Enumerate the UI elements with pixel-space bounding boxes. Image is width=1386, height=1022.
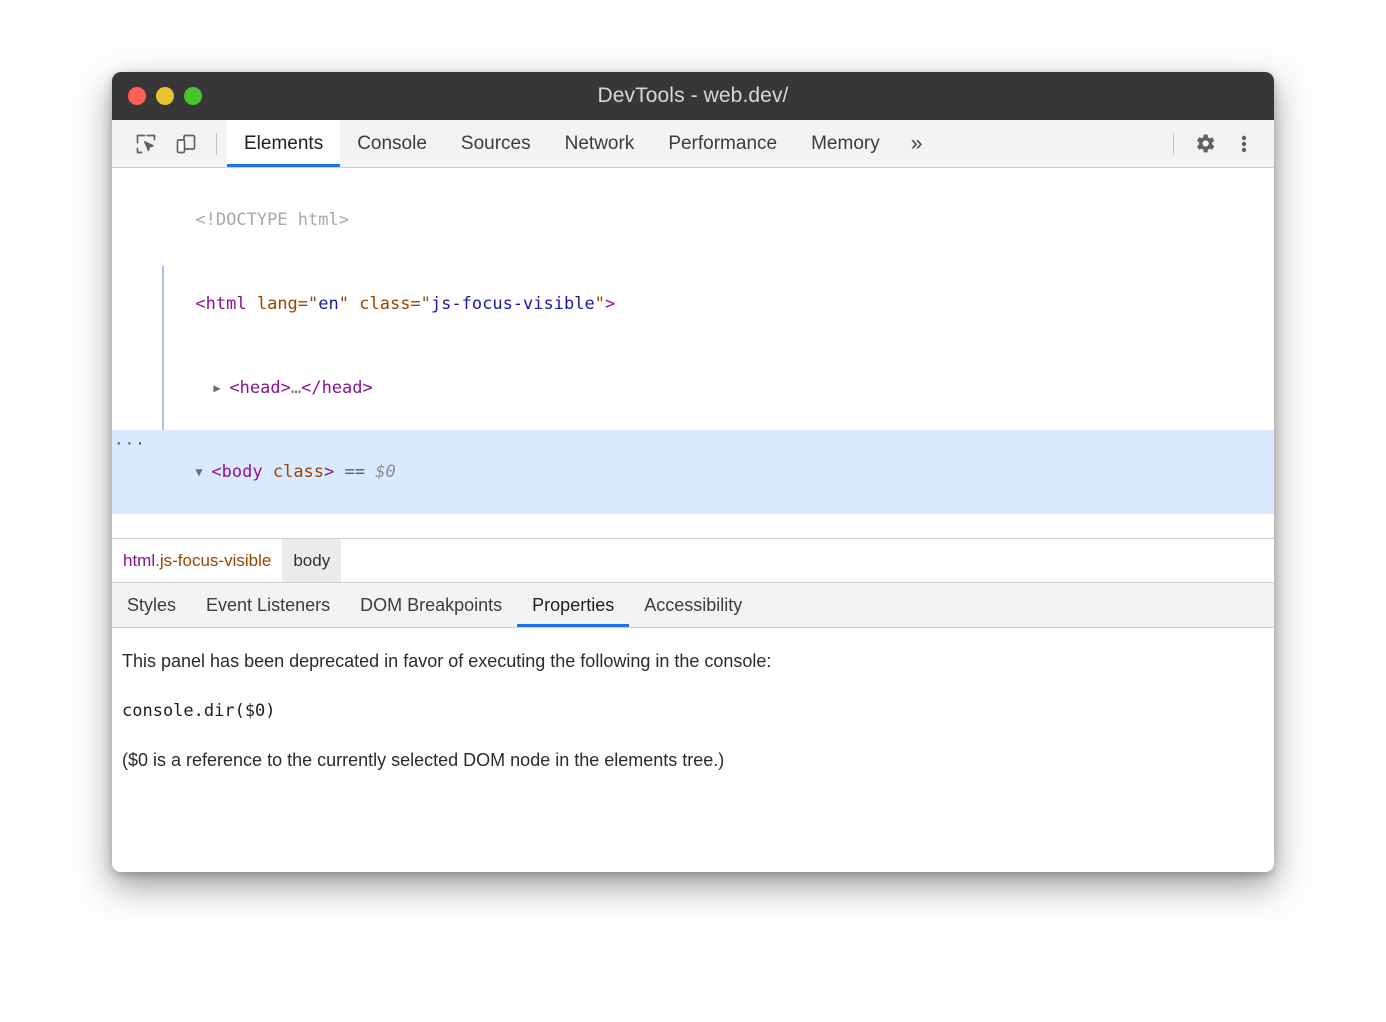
tab-accessibility[interactable]: Accessibility	[629, 583, 757, 627]
minimize-window-button[interactable]	[156, 87, 174, 105]
body-equals-marker: ==	[345, 462, 365, 482]
html-tag-close: >	[605, 294, 615, 314]
head-tag-close: </head>	[301, 378, 373, 398]
tab-console-label: Console	[357, 133, 427, 155]
tab-styles[interactable]: Styles	[112, 583, 191, 627]
tab-styles-label: Styles	[127, 595, 176, 616]
console-command-text: console.dir($0)	[122, 700, 1274, 722]
deprecation-notice: This panel has been deprecated in favor …	[122, 650, 1274, 673]
more-options-button[interactable]	[1224, 132, 1264, 156]
html-attr-lang-quote-close: "	[339, 294, 349, 314]
html-attr-class-quote-close: "	[595, 294, 605, 314]
node-badge-dots[interactable]: ···	[114, 430, 146, 458]
body-attr-class-name: class	[263, 462, 324, 482]
dom-breadcrumb: html.js-focus-visible body	[112, 538, 1274, 582]
breadcrumb-html-tag: html	[123, 551, 155, 571]
devtools-main-toolbar: Elements Console Sources Network Perform…	[112, 120, 1274, 168]
tab-event-listeners[interactable]: Event Listeners	[191, 583, 345, 627]
breadcrumb-body-tag: body	[293, 551, 330, 571]
body-tag-close: >	[324, 462, 334, 482]
tab-memory-label: Memory	[811, 133, 880, 155]
window-title-bar: DevTools - web.dev/	[112, 72, 1274, 120]
tab-performance-label: Performance	[668, 133, 777, 155]
devtools-window: DevTools - web.dev/ El	[112, 72, 1274, 872]
tab-console[interactable]: Console	[340, 120, 444, 167]
html-attr-lang-quote-open: "	[308, 294, 318, 314]
chevron-double-right-icon: »	[911, 132, 923, 156]
toggle-device-toolbar-button[interactable]	[166, 120, 206, 167]
properties-panel-content: This panel has been deprecated in favor …	[112, 628, 1274, 872]
dom-tree-panel[interactable]: <!DOCTYPE html> <html lang="en" class="j…	[112, 168, 1274, 538]
html-attr-class-quote-open: "	[421, 294, 431, 314]
elements-sidebar-tab-list: Styles Event Listeners DOM Breakpoints P…	[112, 582, 1274, 628]
tab-properties[interactable]: Properties	[517, 583, 629, 627]
breadcrumb-html-class: .js-focus-visible	[155, 551, 271, 571]
html-attr-lang-value: en	[318, 294, 338, 314]
tab-elements[interactable]: Elements	[227, 120, 340, 167]
panel-tab-list: Elements Console Sources Network Perform…	[227, 120, 936, 167]
dom-node-body-selected[interactable]: ··· ▼<body class> == $0	[112, 430, 1274, 514]
settings-button[interactable]	[1184, 131, 1224, 156]
device-toolbar-icon	[174, 132, 198, 156]
tab-accessibility-label: Accessibility	[644, 595, 742, 616]
tab-performance[interactable]: Performance	[651, 120, 794, 167]
settings-gear-icon	[1192, 131, 1217, 156]
tab-network[interactable]: Network	[548, 120, 652, 167]
body-dollar-zero-ref: $0	[375, 462, 395, 482]
dom-node-html[interactable]: <html lang="en" class="js-focus-visible"…	[112, 262, 1274, 346]
dom-node-head[interactable]: ▶<head>…</head>	[112, 346, 1274, 430]
window-title: DevTools - web.dev/	[112, 84, 1274, 108]
tab-sources[interactable]: Sources	[444, 120, 548, 167]
toolbar-right-group	[1163, 120, 1274, 167]
collapse-triangle-down-icon[interactable]: ▼	[195, 458, 211, 486]
doctype-text: <!DOCTYPE html>	[195, 210, 349, 230]
html-tag-open: <html	[195, 294, 246, 314]
breadcrumb-item-html[interactable]: html.js-focus-visible	[112, 539, 282, 582]
head-tag-open: <head>	[229, 378, 290, 398]
tab-sources-label: Sources	[461, 133, 531, 155]
tab-network-label: Network	[565, 133, 635, 155]
tab-properties-label: Properties	[532, 595, 614, 616]
expand-triangle-right-icon[interactable]: ▶	[213, 374, 229, 402]
html-attr-lang-name: lang=	[247, 294, 308, 314]
tab-dom-breakpoints[interactable]: DOM Breakpoints	[345, 583, 517, 627]
maximize-window-button[interactable]	[184, 87, 202, 105]
tab-memory[interactable]: Memory	[794, 120, 897, 167]
head-collapsed-ellipsis: …	[291, 378, 301, 398]
traffic-lights	[128, 72, 202, 120]
dom-node-web-snackbar-container[interactable]: ▶<web-snackbar-container>…</web-snackbar…	[112, 514, 1274, 538]
more-tabs-button[interactable]: »	[897, 120, 937, 167]
inspect-element-button[interactable]	[126, 120, 166, 167]
body-tag-open: <body	[211, 462, 262, 482]
close-window-button[interactable]	[128, 87, 146, 105]
tab-dom-breakpoints-label: DOM Breakpoints	[360, 595, 502, 616]
more-options-icon	[1233, 132, 1255, 156]
inspect-element-icon	[134, 132, 158, 156]
toolbar-divider	[216, 133, 217, 155]
toolbar-divider-right	[1173, 133, 1174, 155]
html-attr-class-value: js-focus-visible	[431, 294, 595, 314]
html-attr-class-name: class=	[349, 294, 421, 314]
tab-elements-label: Elements	[244, 133, 323, 155]
dollar-zero-reference-note: ($0 is a reference to the currently sele…	[122, 749, 1274, 772]
dom-node-doctype[interactable]: <!DOCTYPE html>	[112, 178, 1274, 262]
tab-event-listeners-label: Event Listeners	[206, 595, 330, 616]
breadcrumb-item-body[interactable]: body	[282, 539, 341, 582]
